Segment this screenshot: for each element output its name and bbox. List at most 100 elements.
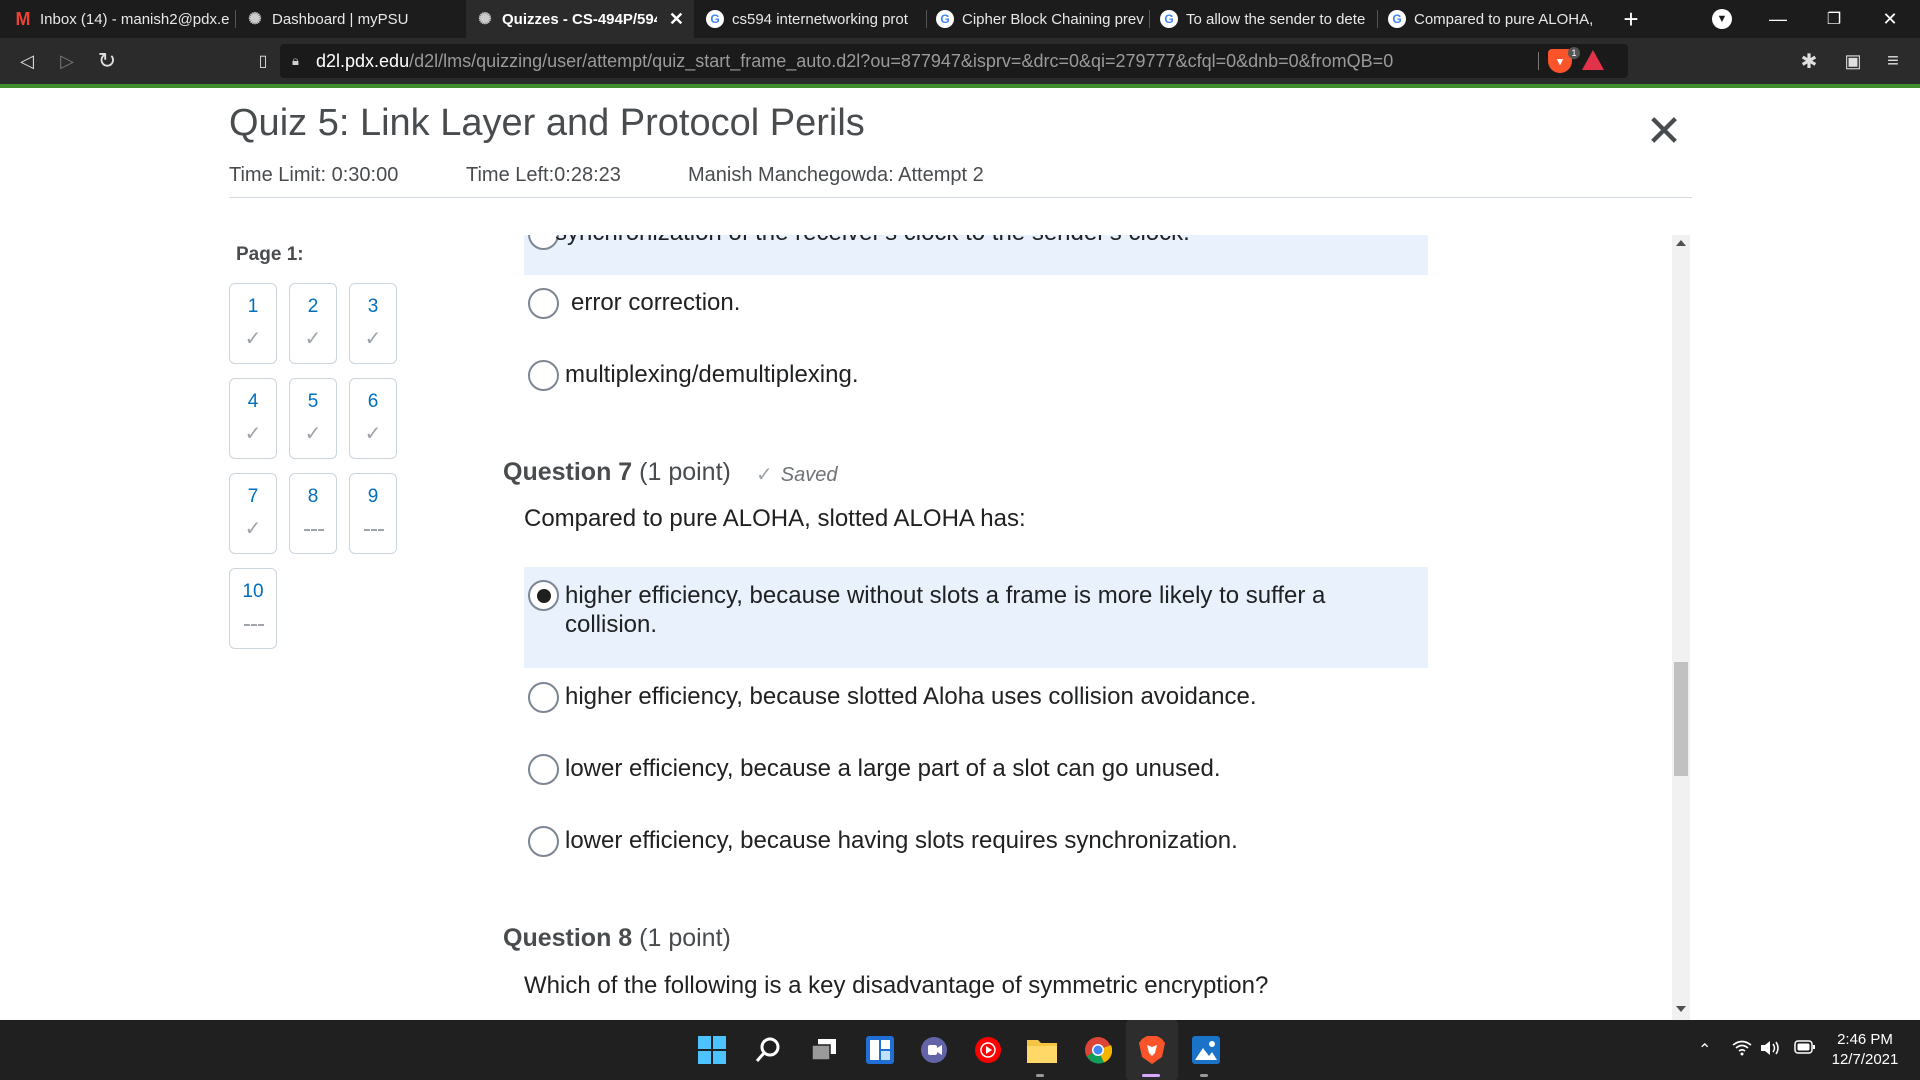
question-nav-tile-1[interactable]: 1 ✓ <box>229 283 277 364</box>
option-label: lower efficiency, because having slots r… <box>565 827 1238 854</box>
minimize-icon[interactable]: — <box>1758 0 1798 38</box>
tab-search-dropdown-icon[interactable]: ▼ <box>1712 9 1732 29</box>
question6-cut-option[interactable]: synchronization of the receiver's clock … <box>524 235 1428 275</box>
widgets-icon[interactable] <box>864 1034 896 1066</box>
header-divider <box>229 197 1692 198</box>
tab-title: Compared to pure ALOHA, <box>1414 10 1594 28</box>
question-nav-tile-3[interactable]: 3 ✓ <box>349 283 397 364</box>
menu-icon[interactable]: ≡ <box>1878 46 1908 76</box>
tab-search-cs594[interactable]: G cs594 internetworking prot <box>696 0 924 38</box>
radio-button[interactable] <box>528 754 559 785</box>
quiz-page: Quiz 5: Link Layer and Protocol Perils ✕… <box>0 88 1920 1020</box>
check-icon: ✓ <box>364 328 382 350</box>
question-8-heading: Question 8 (1 point) <box>503 924 731 952</box>
extensions-icon[interactable]: ✱ <box>1794 46 1824 76</box>
check-icon: ✓ <box>304 328 322 350</box>
tab-dashboard[interactable]: ✺ Dashboard | myPSU <box>236 0 466 38</box>
tab-title: Inbox (14) - manish2@pdx.e <box>40 10 230 28</box>
search-icon[interactable] <box>752 1034 784 1066</box>
question-7-heading: Question 7 (1 point) <box>503 458 731 486</box>
option-label: multiplexing/demultiplexing. <box>565 361 859 388</box>
option-label: error correction. <box>571 289 741 316</box>
tab-search-sender[interactable]: G To allow the sender to dete <box>1150 0 1378 38</box>
question-nav-tile-2[interactable]: 2 ✓ <box>289 283 337 364</box>
tab-title: Cipher Block Chaining prev <box>962 10 1144 28</box>
youtube-music-icon[interactable] <box>972 1034 1004 1066</box>
scrollbar-track[interactable] <box>1672 235 1690 1020</box>
close-window-icon[interactable]: ✕ <box>1870 0 1910 38</box>
tab-title: To allow the sender to dete <box>1186 10 1366 28</box>
tab-search-aloha[interactable]: G Compared to pure ALOHA, <box>1378 0 1606 38</box>
check-icon: ✓ <box>244 423 262 445</box>
google-icon: G <box>936 10 954 28</box>
wallet-icon[interactable]: ▣ <box>1838 46 1868 76</box>
time-limit: Time Limit: 0:30:00 <box>229 164 399 186</box>
question-nav-tile-6[interactable]: 6 ✓ <box>349 378 397 459</box>
tab-gmail[interactable]: M Inbox (14) - manish2@pdx.e <box>4 0 234 38</box>
file-explorer-icon[interactable] <box>1026 1034 1058 1066</box>
check-icon: ✓ <box>304 423 322 445</box>
question-nav-tile-10[interactable]: 10 <box>229 568 277 649</box>
radio-button[interactable] <box>528 682 559 713</box>
battery-icon[interactable] <box>1794 1040 1816 1059</box>
bookmark-icon[interactable]: ▯ <box>248 46 278 76</box>
task-view-icon[interactable] <box>808 1034 840 1066</box>
back-icon[interactable]: ◁ <box>12 46 42 76</box>
shield-count-badge: 1 <box>1568 47 1580 59</box>
scrollbar-thumb[interactable] <box>1674 662 1688 776</box>
question-nav-tile-8[interactable]: 8 <box>289 473 337 554</box>
photos-icon[interactable] <box>1190 1034 1222 1066</box>
question-7-text: Compared to pure ALOHA, slotted ALOHA ha… <box>524 505 1026 532</box>
check-icon: ✓ <box>364 423 382 445</box>
url-text[interactable]: d2l.pdx.edu/d2l/lms/quizzing/user/attemp… <box>316 51 1393 72</box>
radio-button-selected[interactable] <box>528 580 559 611</box>
teams-chat-icon[interactable] <box>918 1034 950 1066</box>
reload-icon[interactable]: ↻ <box>92 46 122 76</box>
tab-title: Quizzes - CS-494P/594 <box>502 10 657 28</box>
wifi-icon[interactable] <box>1732 1040 1752 1061</box>
lock-icon: 🔒︎ <box>292 53 299 68</box>
question-nav-tile-4[interactable]: 4 ✓ <box>229 378 277 459</box>
quiz-title: Quiz 5: Link Layer and Protocol Perils <box>229 102 865 144</box>
brave-icon[interactable] <box>1136 1034 1168 1066</box>
start-icon[interactable] <box>696 1034 728 1066</box>
scroll-down-icon[interactable] <box>1676 1006 1686 1012</box>
chrome-icon[interactable] <box>1082 1034 1114 1066</box>
unanswered-dash-icon <box>244 624 264 626</box>
show-hidden-icons-icon[interactable]: ⌃ <box>1698 1040 1711 1060</box>
tab-search-cbc[interactable]: G Cipher Block Chaining prev <box>926 0 1154 38</box>
close-tab-icon[interactable]: ✕ <box>669 9 684 30</box>
forward-icon[interactable]: ▷ <box>52 46 82 76</box>
new-tab-button[interactable]: + <box>1616 0 1646 38</box>
page-label: Page 1: <box>236 244 304 265</box>
tab-title: cs594 internetworking prot <box>732 10 908 28</box>
question-nav-tile-7[interactable]: 7 ✓ <box>229 473 277 554</box>
saved-status: ✓ Saved <box>756 464 838 486</box>
question-8-text: Which of the following is a key disadvan… <box>524 972 1269 999</box>
question-nav-tile-5[interactable]: 5 ✓ <box>289 378 337 459</box>
check-icon: ✓ <box>244 518 262 540</box>
close-quiz-icon[interactable]: ✕ <box>1644 110 1684 154</box>
radio-button[interactable] <box>528 288 559 319</box>
tab-bar: M Inbox (14) - manish2@pdx.e ✺ Dashboard… <box>0 0 1920 38</box>
volume-icon[interactable] <box>1760 1040 1782 1061</box>
restore-icon[interactable]: ❐ <box>1814 0 1854 38</box>
tab-quizzes[interactable]: ✺ Quizzes - CS-494P/594 ✕ <box>466 0 694 38</box>
brave-rewards-icon[interactable] <box>1582 50 1604 70</box>
check-icon: ✓ <box>244 328 262 350</box>
windows-taskbar: ⌃ 2:46 PM 12/7/2021 <box>0 1020 1920 1080</box>
check-icon: ✓ <box>756 464 773 486</box>
scroll-up-icon[interactable] <box>1676 240 1686 246</box>
system-clock[interactable]: 2:46 PM 12/7/2021 <box>1820 1030 1910 1070</box>
time-left: Time Left:0:28:23 <box>466 164 621 186</box>
google-icon: G <box>1160 10 1178 28</box>
d2l-icon: ✺ <box>248 11 262 28</box>
gmail-icon: M <box>15 8 31 29</box>
radio-button[interactable] <box>528 360 559 391</box>
address-bar[interactable]: 🔒︎ d2l.pdx.edu/d2l/lms/quizzing/user/att… <box>280 44 1628 78</box>
google-icon: G <box>706 10 724 28</box>
d2l-icon: ✺ <box>478 11 492 28</box>
radio-button[interactable] <box>528 826 559 857</box>
question-nav-tile-9[interactable]: 9 <box>349 473 397 554</box>
navigation-bar: ◁ ▷ ↻ ▯ 🔒︎ d2l.pdx.edu/d2l/lms/quizzing/… <box>0 38 1920 84</box>
